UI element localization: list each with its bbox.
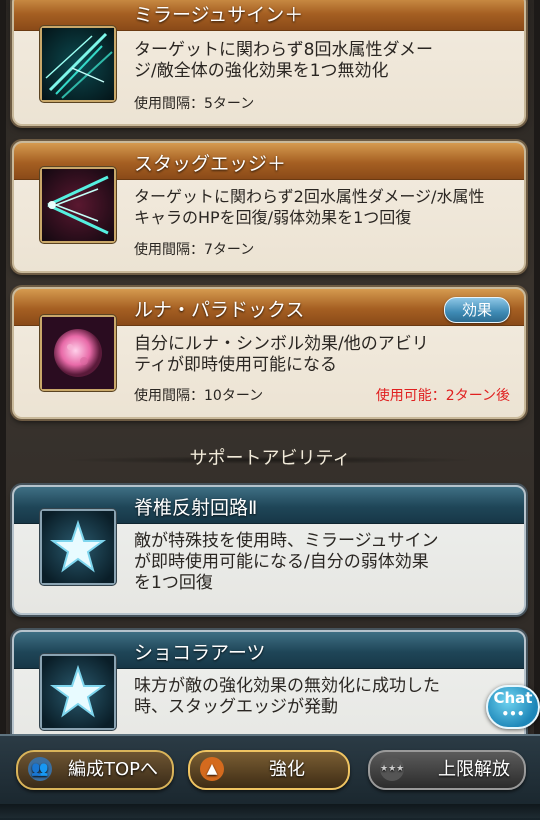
availability-status: 使用可能：2ターン後 [375, 388, 510, 404]
ability-title: ミラージュサイン＋ [134, 4, 304, 26]
use-interval: 使用間隔：5ターン [134, 96, 255, 112]
star-icon[interactable] [40, 654, 116, 730]
description-line: ティが即時使用可能になる [134, 355, 337, 375]
party-icon: 👥 [28, 757, 52, 781]
enhance-button[interactable]: ▲ 強化 [188, 750, 350, 790]
enhance-label: 強化 [269, 759, 305, 780]
support-description: 敵が特殊技を使用時、ミラージュサイン が即時使用可能になる/自分の弱体効果 を1… [134, 531, 510, 594]
ability-card[interactable]: ルナ・パラドックス 効果 自分にルナ・シンボル効果/他のアビリ ティが即時使用可… [12, 287, 526, 419]
stars-icon: ★★★ [380, 757, 404, 781]
support-ability-heading: サポートアビリティ [189, 448, 351, 469]
star-icon[interactable] [40, 509, 116, 585]
left-frame [0, 0, 6, 734]
use-interval: 使用間隔：7ターン [134, 242, 255, 258]
formation-top-button[interactable]: 👥 編成TOPへ [16, 750, 174, 790]
description-line: 自分にルナ・シンボル効果/他のアビリ [134, 334, 429, 354]
description-line: 時、スタッグエッジが発動 [134, 697, 338, 717]
chat-dots-icon: ••• [501, 707, 525, 721]
use-interval: 使用間隔：10ターン [134, 388, 264, 404]
description-line: キャラのHPを回復/弱体効果を1つ回復 [134, 208, 412, 227]
right-frame [534, 0, 540, 734]
ability-title: ルナ・パラドックス [134, 299, 305, 321]
description-line: 味方が敵の強化効果の無効化に成功した [134, 676, 440, 696]
description-line: ジ/敵全体の強化効果を1つ無効化 [134, 61, 389, 81]
chat-label: Chat [493, 689, 533, 707]
formation-top-label: 編成TOPへ [67, 759, 158, 780]
up-arrow-icon: ▲ [200, 757, 224, 781]
effect-button[interactable]: 効果 [444, 297, 510, 323]
ability-description: ターゲットに関わらず2回水属性ダメージ/水属性 キャラのHPを回復/弱体効果を1… [134, 186, 510, 228]
ability-description: 自分にルナ・シンボル効果/他のアビリ ティが即時使用可能になる [134, 334, 510, 376]
chat-button[interactable]: Chat ••• [486, 685, 540, 729]
mirage-sign-icon[interactable] [40, 26, 116, 102]
luna-paradox-icon[interactable] [40, 315, 116, 391]
ability-card[interactable]: スタッグエッジ＋ ターゲットに関わらず2回水属性ダメージ/水属性 キャラのHPを… [12, 141, 526, 273]
support-description: 味方が敵の強化効果の無効化に成功した 時、スタッグエッジが発動 [134, 676, 510, 718]
support-ability-card[interactable]: 脊椎反射回路Ⅱ 敵が特殊技を使用時、ミラージュサイン が即時使用可能になる/自分… [12, 485, 526, 615]
description-line: 敵が特殊技を使用時、ミラージュサイン [134, 531, 439, 551]
description-line: を1つ回復 [134, 573, 213, 593]
ability-description: ターゲットに関わらず8回水属性ダメー ジ/敵全体の強化効果を1つ無効化 [134, 40, 510, 82]
ability-card[interactable]: ミラージュサイン＋ ターゲットに関わらず8回水属性ダメー ジ/敵全体の強化効果を… [12, 0, 526, 126]
limit-break-button[interactable]: ★★★ 上限解放 [368, 750, 526, 790]
stag-edge-icon[interactable] [40, 167, 116, 243]
description-line: ターゲットに関わらず8回水属性ダメー [134, 40, 433, 60]
support-title: 脊椎反射回路Ⅱ [134, 497, 258, 519]
ability-title: スタッグエッジ＋ [134, 153, 287, 175]
description-line: ターゲットに関わらず2回水属性ダメージ/水属性 [134, 187, 485, 206]
limit-break-label: 上限解放 [438, 759, 510, 780]
description-line: が即時使用可能になる/自分の弱体効果 [134, 552, 429, 572]
bottom-edge [0, 804, 540, 818]
support-title: ショコラアーツ [134, 642, 266, 664]
